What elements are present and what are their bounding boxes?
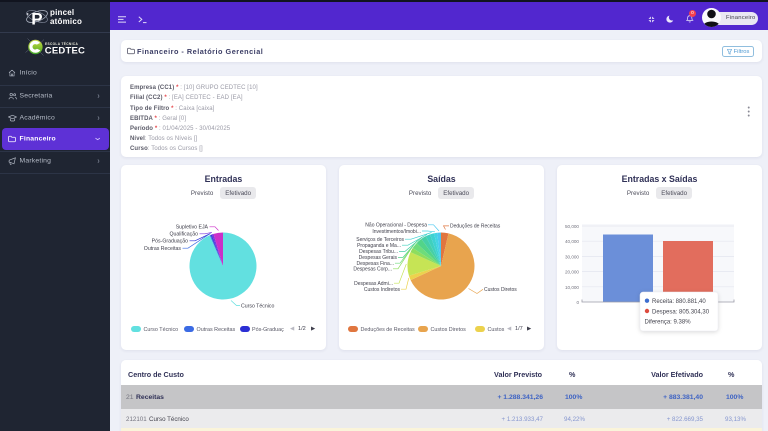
svg-text:Despesa: 805.304,30: Despesa: 805.304,30 xyxy=(652,309,710,315)
svg-text:Propaganda e Ma...: Propaganda e Ma... xyxy=(357,243,401,249)
svg-text:Deduções de Receitas: Deduções de Receitas xyxy=(450,224,501,230)
svg-text:Custos Diretos: Custos Diretos xyxy=(484,287,517,293)
svg-text:Pós-Graduação: Pós-Graduação xyxy=(152,239,188,245)
svg-text:40,000: 40,000 xyxy=(565,239,579,244)
svg-text:Outras Receitas: Outras Receitas xyxy=(144,246,182,252)
svg-text:Custos Indiretos: Custos Indiretos xyxy=(364,287,401,293)
svg-text:10,000: 10,000 xyxy=(565,285,579,290)
svg-text:0: 0 xyxy=(576,300,579,305)
svg-text:Qualificação: Qualificação xyxy=(169,232,198,238)
svg-text:Não Operacional - Despesa: Não Operacional - Despesa xyxy=(365,223,427,229)
svg-text:CEDTEC: CEDTEC xyxy=(45,46,85,57)
svg-text:50,000: 50,000 xyxy=(565,224,579,229)
svg-text:P: P xyxy=(31,10,42,29)
svg-text:20,000: 20,000 xyxy=(565,270,579,275)
svg-text:Despesas Corp...: Despesas Corp... xyxy=(353,267,392,273)
svg-text:30,000: 30,000 xyxy=(565,254,579,259)
svg-text:Diferença: 9.38%: Diferença: 9.38% xyxy=(645,319,692,325)
svg-text:Curso Técnico: Curso Técnico xyxy=(241,304,274,310)
svg-text:Supletivo EJA: Supletivo EJA xyxy=(176,225,209,231)
svg-text:Investimentos/Imobi...: Investimentos/Imobi... xyxy=(372,229,421,235)
svg-text:Receita: 880.881,40: Receita: 880.881,40 xyxy=(652,299,706,305)
